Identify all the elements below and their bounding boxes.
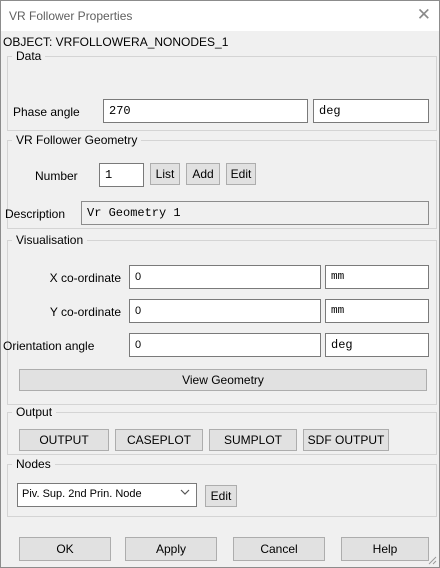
data-group-legend: Data bbox=[16, 49, 42, 63]
sumplot-button[interactable]: SUMPLOT bbox=[209, 429, 297, 451]
cancel-button[interactable]: Cancel bbox=[233, 537, 325, 561]
ok-button[interactable]: OK bbox=[19, 537, 111, 561]
add-button[interactable]: Add bbox=[186, 163, 220, 185]
caseplot-button[interactable]: CASEPLOT bbox=[115, 429, 203, 451]
node-select-value: Piv. Sup. 2nd Prin. Node bbox=[22, 488, 142, 500]
orientation-angle-unit-field[interactable]: deg bbox=[325, 333, 429, 357]
properties-dialog: VR Follower Properties ✕ OBJECT: VRFOLLO… bbox=[0, 0, 440, 568]
title-bar: VR Follower Properties ✕ bbox=[1, 1, 439, 31]
sdf-output-button[interactable]: SDF OUTPUT bbox=[303, 429, 389, 451]
apply-button[interactable]: Apply bbox=[125, 537, 217, 561]
phase-angle-unit-field[interactable]: deg bbox=[313, 99, 429, 123]
geometry-number-input[interactable]: 1 bbox=[99, 163, 144, 187]
list-button[interactable]: List bbox=[150, 163, 180, 185]
output-group-legend: Output bbox=[16, 405, 53, 419]
y-coordinate-label: Y co-ordinate bbox=[49, 305, 121, 319]
edit-node-button[interactable]: Edit bbox=[205, 485, 237, 507]
chevron-down-icon[interactable] bbox=[180, 487, 190, 500]
x-coordinate-input[interactable]: 0 bbox=[129, 265, 321, 289]
help-button[interactable]: Help bbox=[341, 537, 429, 561]
y-coordinate-input[interactable]: 0 bbox=[129, 299, 321, 323]
object-name-label: OBJECT: VRFOLLOWERA_NONODES_1 bbox=[3, 35, 229, 49]
edit-geometry-button[interactable]: Edit bbox=[226, 163, 256, 185]
y-coordinate-unit-field[interactable]: mm bbox=[325, 299, 429, 323]
phase-angle-input[interactable]: 270 bbox=[103, 99, 308, 123]
geometry-group-legend: VR Follower Geometry bbox=[16, 133, 138, 147]
visualisation-group-legend: Visualisation bbox=[16, 233, 84, 247]
nodes-group-legend: Nodes bbox=[16, 457, 51, 471]
x-coordinate-label: X co-ordinate bbox=[49, 271, 121, 285]
node-select[interactable]: Piv. Sup. 2nd Prin. Node bbox=[17, 483, 197, 507]
orientation-angle-label: Orientation angle bbox=[3, 339, 95, 353]
resize-grip-icon[interactable] bbox=[427, 555, 437, 565]
phase-angle-label: Phase angle bbox=[13, 105, 80, 119]
window-title: VR Follower Properties bbox=[9, 9, 133, 23]
close-icon[interactable]: ✕ bbox=[417, 6, 431, 24]
x-coordinate-unit-field[interactable]: mm bbox=[325, 265, 429, 289]
description-label: Description bbox=[5, 207, 66, 221]
view-geometry-button[interactable]: View Geometry bbox=[19, 369, 427, 391]
orientation-angle-input[interactable]: 0 bbox=[129, 333, 321, 357]
description-field: Vr Geometry 1 bbox=[81, 201, 429, 225]
output-button[interactable]: OUTPUT bbox=[19, 429, 109, 451]
number-label: Number bbox=[35, 169, 78, 183]
